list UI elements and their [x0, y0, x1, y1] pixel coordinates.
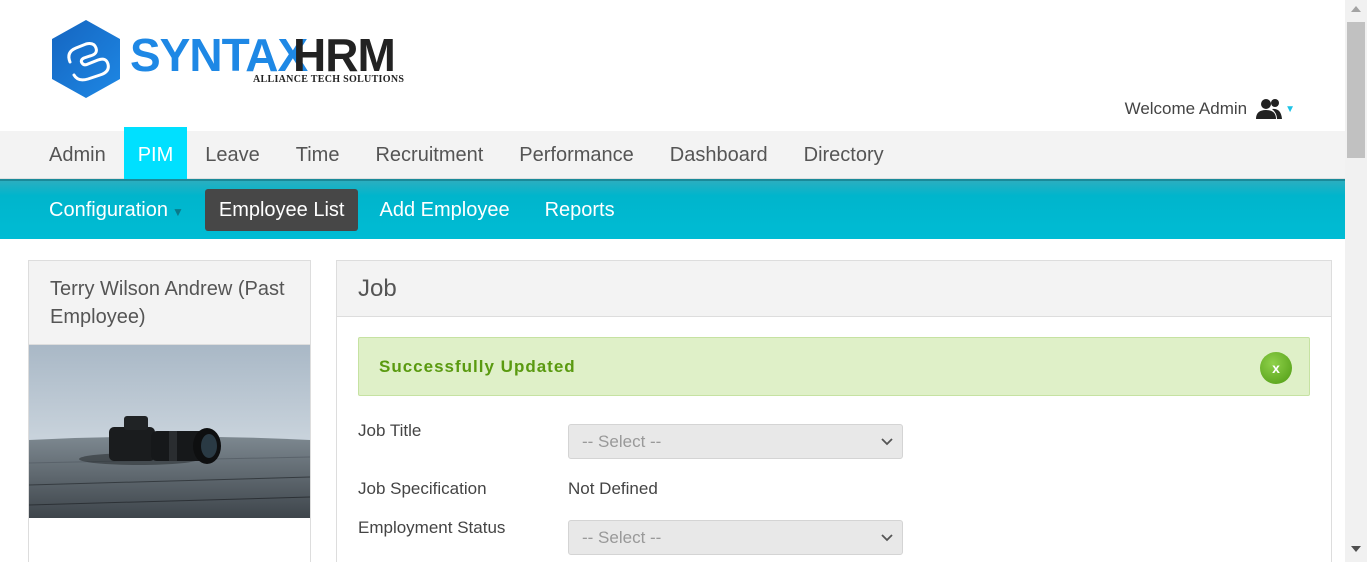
sub-nav-item-reports[interactable]: Reports: [531, 189, 629, 231]
vertical-scrollbar[interactable]: [1345, 0, 1367, 562]
employment-status-select[interactable]: -- Select --: [568, 520, 903, 555]
scroll-down-icon[interactable]: [1351, 546, 1361, 552]
logo-tagline: ALLIANCE TECH SOLUTIONS: [253, 74, 405, 85]
job-specification-value: Not Defined: [568, 479, 658, 498]
sub-nav-item-employee-list[interactable]: Employee List: [204, 189, 359, 231]
main-nav-item-pim[interactable]: PIM: [123, 127, 188, 179]
chevron-down-icon: ▼: [1285, 103, 1295, 115]
job-title-select-value: -- Select --: [582, 432, 662, 451]
profile-panel: Terry Wilson Andrew (Past Employee): [28, 260, 311, 562]
main-nav-item-recruitment[interactable]: Recruitment: [357, 131, 501, 179]
sub-nav-item-configuration-label: Configuration: [49, 199, 168, 221]
page: SYNTAX HRM ALLIANCE TECH SOLUTIONS Welco…: [0, 0, 1367, 562]
alert-message: Successfully Updated: [379, 357, 576, 376]
main-nav-item-time[interactable]: Time: [278, 131, 358, 179]
profile-name: Terry Wilson Andrew (Past Employee): [29, 261, 310, 345]
employment-status-label: Employment Status: [358, 518, 506, 537]
caret-down-icon: ▼: [171, 205, 184, 219]
profile-photo[interactable]: [29, 345, 310, 518]
chevron-down-icon: [881, 438, 893, 446]
main-nav-item-leave[interactable]: Leave: [187, 131, 278, 179]
close-icon[interactable]: x: [1260, 352, 1292, 384]
job-specification-label: Job Specification: [358, 479, 487, 498]
logo-text-hrm: HRM: [293, 29, 396, 81]
users-icon: [1256, 99, 1283, 119]
field-row-employment-status: Employment Status -- Select --: [358, 518, 1310, 558]
employment-status-select-value: -- Select --: [582, 528, 662, 547]
job-panel: Job Successfully Updated x Job Title -- …: [336, 260, 1332, 562]
success-alert: Successfully Updated x: [358, 337, 1310, 396]
logo-hex-icon: [52, 20, 120, 98]
profile-photo-image: [29, 345, 310, 518]
main-nav: Admin PIM Leave Time Recruitment Perform…: [0, 127, 1345, 179]
field-row-job-title: Job Title -- Select --: [358, 421, 1310, 461]
sub-nav: Configuration ▼ Employee List Add Employe…: [0, 179, 1345, 239]
sub-nav-item-configuration[interactable]: Configuration ▼: [35, 189, 198, 231]
chevron-down-icon: [881, 534, 893, 542]
main-nav-item-admin[interactable]: Admin: [31, 131, 124, 179]
logo[interactable]: SYNTAX HRM ALLIANCE TECH SOLUTIONS: [50, 18, 420, 100]
logo-text-syntax: SYNTAX: [130, 29, 308, 81]
field-row-job-specification: Job Specification Not Defined: [358, 479, 1310, 503]
job-title-select[interactable]: -- Select --: [568, 424, 903, 459]
main-nav-item-performance[interactable]: Performance: [501, 131, 652, 179]
panel-title: Job: [337, 261, 1331, 317]
sub-nav-item-add-employee[interactable]: Add Employee: [365, 189, 523, 231]
scroll-up-icon[interactable]: [1351, 6, 1361, 12]
header: SYNTAX HRM ALLIANCE TECH SOLUTIONS Welco…: [0, 0, 1345, 131]
main-nav-item-directory[interactable]: Directory: [786, 131, 902, 179]
main-nav-item-dashboard[interactable]: Dashboard: [652, 131, 786, 179]
job-title-label: Job Title: [358, 421, 422, 440]
scrollbar-thumb[interactable]: [1347, 22, 1365, 158]
welcome-text: Welcome Admin: [1124, 99, 1248, 118]
welcome-menu[interactable]: Welcome Admin ▼: [1125, 98, 1295, 120]
